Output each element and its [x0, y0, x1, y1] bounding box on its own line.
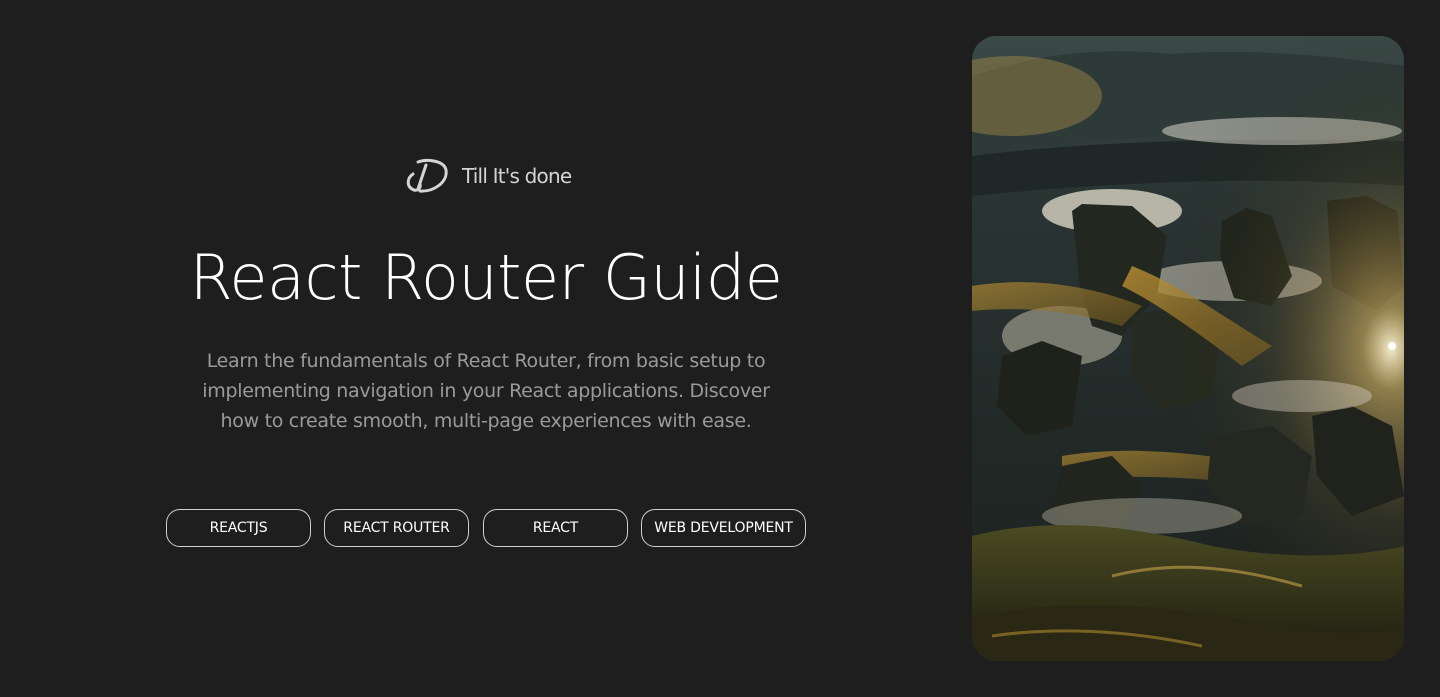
hero-image [972, 36, 1404, 661]
till-its-done-logo-icon [406, 159, 448, 193]
page: Till It's done React Router Guide Learn … [0, 0, 1440, 697]
tag-web-development[interactable]: WEB DEVELOPMENT [641, 509, 806, 547]
tag-react-router[interactable]: REACT ROUTER [324, 509, 469, 547]
brand[interactable]: Till It's done [404, 155, 572, 197]
page-title: React Router Guide [189, 241, 783, 314]
tag-react[interactable]: REACT [483, 509, 628, 547]
tag-reactjs[interactable]: REACTJS [166, 509, 311, 547]
article-header: Till It's done React Router Guide Learn … [0, 0, 972, 697]
landscape-illustration [972, 36, 1404, 661]
brand-name: Till It's done [462, 164, 572, 188]
article-description: Learn the fundamentals of React Router, … [202, 350, 770, 432]
